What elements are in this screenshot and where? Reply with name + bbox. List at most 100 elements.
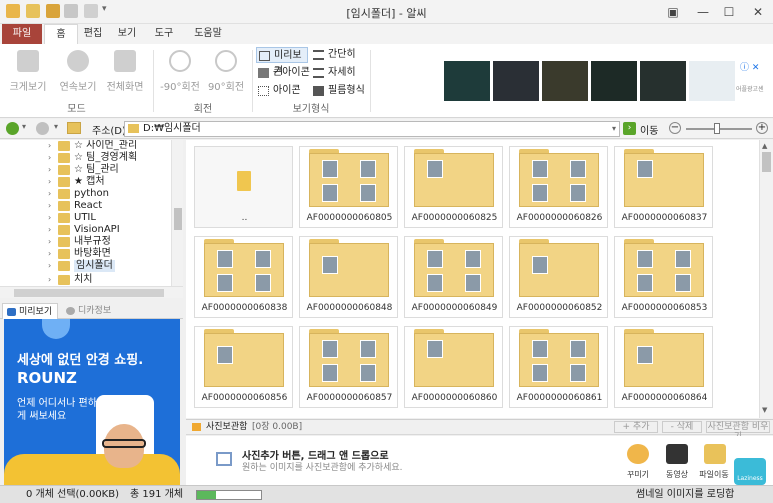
tree-hscrollbar[interactable] [0,286,183,298]
folder-item[interactable]: AF0000000060864 [614,326,713,408]
folder-item[interactable]: AF0000000060825 [404,146,503,228]
tab-tools[interactable]: 도구 [148,24,180,44]
maximize-button[interactable]: ☐ [716,2,742,22]
expand-arrow-icon[interactable]: › [48,236,51,248]
decorate-icon[interactable] [627,444,649,464]
folder-item[interactable]: AF0000000060849 [404,236,503,318]
large-view-button[interactable]: 크게보기 [6,50,50,93]
view-large-icons-option[interactable]: 큰아이콘 [256,65,312,81]
back-dropdown-icon[interactable]: ▾ [22,122,26,131]
tree-item[interactable]: › python [0,188,182,200]
tree-item[interactable]: › VisionAPI [0,224,182,236]
ad-info-icon[interactable]: ⓘ ✕ [740,60,759,73]
address-input[interactable]: D:₩임시폴더 ▾ [124,121,620,137]
slideshow-button[interactable]: 연속보기 [56,50,100,93]
storage-add-button[interactable]: + 추가 [614,421,658,433]
tree-hscroll-thumb[interactable] [14,289,164,297]
folder-item[interactable]: AF0000000060852 [509,236,608,318]
rotate-group-label: 회전 [193,104,213,115]
grid-scroll-thumb[interactable] [762,152,771,172]
expand-arrow-icon[interactable]: › [48,274,51,286]
tab-file[interactable]: 파일 [2,24,42,44]
folder-item[interactable]: AF0000000060856 [194,326,293,408]
storage-clear-button[interactable]: 사진보관함 비우기 [706,421,770,442]
tree-scrollbar[interactable] [171,140,183,286]
go-button[interactable]: 이동 [640,122,658,137]
tab-edit[interactable]: 편집 [78,24,108,44]
ad-banner-side[interactable]: 세상에 없던 안경 쇼핑. ROUNZ 언제 어디서나 편하게 써보세요 [4,319,180,485]
view-details-option[interactable]: 자세히 [311,65,363,81]
zoom-out-icon[interactable]: − [669,122,681,134]
minimize-button[interactable]: — [690,2,716,22]
expand-arrow-icon[interactable]: › [48,188,51,200]
folder-up-icon[interactable] [67,122,81,134]
expand-arrow-icon[interactable]: › [48,140,51,152]
folder-item[interactable]: AF0000000060838 [194,236,293,318]
close-button[interactable]: ✕ [745,2,771,22]
tree-item[interactable]: › React [0,200,182,212]
folder-item[interactable]: AF0000000060826 [509,146,608,228]
folder-item[interactable]: AF0000000060860 [404,326,503,408]
tree-item-selected[interactable]: › 임시폴더 [0,260,182,272]
zoom-in-icon[interactable]: + [756,122,768,134]
expand-arrow-icon[interactable]: › [48,260,51,272]
back-icon[interactable] [6,122,19,135]
tree-item[interactable]: › ☆ 팀_관리 [0,164,182,176]
photo-thumb [570,160,586,178]
tab-view[interactable]: 보기 [112,24,142,44]
view-film-option[interactable]: 필름형식 [311,83,367,99]
folder-item[interactable]: AF0000000060805 [299,146,398,228]
tree-item[interactable]: › ☆ 사이먼_관리 [0,140,182,152]
storage-remove-button[interactable]: - 삭제 [662,421,702,433]
tab-preview[interactable]: 미리보기 [2,303,58,319]
photo-thumb [255,274,271,292]
folder-item[interactable]: AF0000000060861 [509,326,608,408]
folder-item[interactable]: AF0000000060848 [299,236,398,318]
expand-arrow-icon[interactable]: › [48,248,51,260]
decorate-label[interactable]: 꾸미기 [618,469,658,480]
video-label[interactable]: 동영상 [657,469,697,480]
forward-icon[interactable] [36,122,49,135]
view-simple-option[interactable]: 간단히 [311,47,363,63]
go-arrow-icon[interactable]: › [623,122,636,135]
restore-layout-icon[interactable]: ▣ [660,2,686,22]
ad-banner-top[interactable]: ⓘ ✕ 어플광고센 [444,58,772,106]
view-icons-option[interactable]: 아이콘 [256,83,308,99]
address-dropdown-icon[interactable]: ▾ [612,122,616,136]
video-icon[interactable] [666,444,688,464]
tab-home[interactable]: 홈 [44,24,78,44]
tree-item[interactable]: › 바탕화면 [0,248,182,260]
rotate-left-button[interactable]: -90°회전 [158,50,202,93]
expand-arrow-icon[interactable]: › [48,176,51,188]
fullscreen-button[interactable]: 전체화면 [103,50,147,93]
move-file-icon[interactable] [704,444,726,464]
tab-camera-info[interactable]: 디카정보 [62,303,122,319]
rotate-right-button[interactable]: 90°회전 [204,50,248,93]
move-file-label[interactable]: 파일이동 [694,469,734,480]
zoom-slider[interactable] [686,123,752,134]
tree-item[interactable]: › ★ 캡처 [0,176,182,188]
grid-scrollbar[interactable]: ▲ ▼ [759,140,773,418]
tree-scroll-thumb[interactable] [174,208,182,230]
expand-arrow-icon[interactable]: › [48,152,51,164]
zoom-slider-thumb[interactable] [714,123,720,134]
expand-arrow-icon[interactable]: › [48,200,51,212]
forward-dropdown-icon[interactable]: ▾ [54,122,58,131]
add-photo-icon[interactable] [216,452,232,466]
expand-arrow-icon[interactable]: › [48,212,51,224]
folder-item[interactable]: AF0000000060853 [614,236,713,318]
view-preview-option[interactable]: 미리보기 [256,47,308,77]
tab-help[interactable]: 도움말 [186,24,230,44]
storage-icon [192,423,201,431]
folder-item[interactable]: AF0000000060837 [614,146,713,228]
scroll-down-icon[interactable]: ▼ [762,406,767,414]
tree-item[interactable]: › ☆ 팀_경영계획 [0,152,182,164]
tree-item[interactable]: › 내부규정 [0,236,182,248]
expand-arrow-icon[interactable]: › [48,164,51,176]
folder-item[interactable]: AF0000000060857 [299,326,398,408]
parent-folder-item[interactable]: .. [194,146,293,228]
scroll-up-icon[interactable]: ▲ [762,142,767,150]
tree-item[interactable]: › UTIL [0,212,182,224]
expand-arrow-icon[interactable]: › [48,224,51,236]
tree-item[interactable]: › 치치 [0,274,182,286]
